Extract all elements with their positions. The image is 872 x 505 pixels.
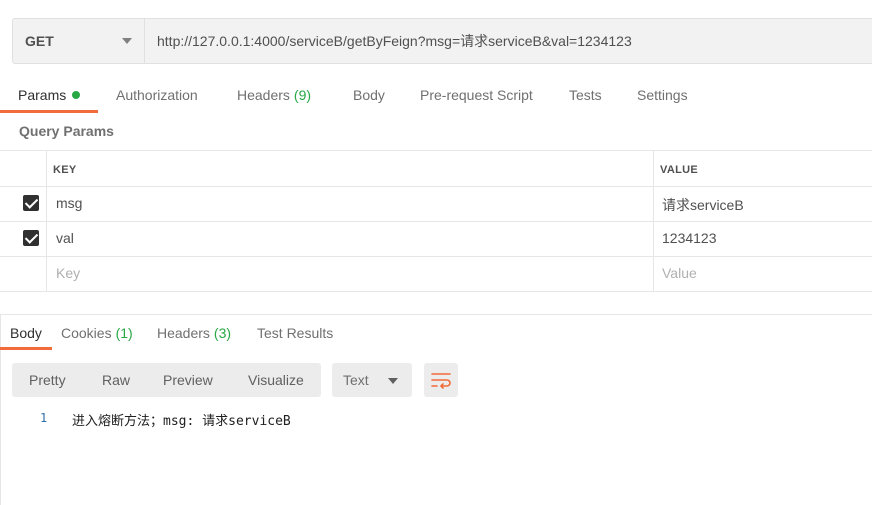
tab-pre-request-script[interactable]: Pre-request Script <box>420 78 533 112</box>
new-key-input[interactable]: Key <box>56 265 80 281</box>
response-tab-test-results[interactable]: Test Results <box>257 320 333 346</box>
response-tab-cookies[interactable]: Cookies (1) <box>61 320 133 346</box>
response-tab-cookies-count: (1) <box>115 325 133 341</box>
value-column-header: VALUE <box>660 164 698 176</box>
view-pretty-button[interactable]: Pretty <box>29 363 66 397</box>
view-raw-button[interactable]: Raw <box>102 363 130 397</box>
tab-headers-count: (9) <box>293 87 312 103</box>
tab-headers-label: Headers <box>237 87 290 103</box>
tab-tests-label: Tests <box>569 87 602 103</box>
response-tab-body-label: Body <box>10 325 42 341</box>
response-tab-headers-count: (3) <box>213 325 232 341</box>
row-checkbox[interactable] <box>23 230 39 246</box>
query-params-title: Query Params <box>19 123 114 139</box>
format-select[interactable]: Text <box>332 363 412 397</box>
tab-settings[interactable]: Settings <box>637 78 688 112</box>
param-key-cell[interactable]: val <box>56 230 74 246</box>
param-key-cell[interactable]: msg <box>56 195 82 211</box>
table-row-new: Key Value <box>0 256 872 292</box>
response-tab-cookies-label: Cookies <box>61 325 112 341</box>
response-body-text: 进入熔断方法；msg: 请求serviceB <box>72 414 291 429</box>
tab-authorization-label: Authorization <box>116 87 198 103</box>
table-header-row: KEY VALUE <box>0 151 872 187</box>
response-tab-body[interactable]: Body <box>10 320 42 346</box>
tab-params[interactable]: Params <box>18 78 81 112</box>
wrap-lines-button[interactable] <box>424 363 458 397</box>
response-divider <box>0 314 872 315</box>
tab-body[interactable]: Body <box>353 78 385 112</box>
tab-params-label: Params <box>18 87 67 103</box>
response-tab-headers-label: Headers <box>157 325 210 341</box>
tab-settings-label: Settings <box>637 87 688 103</box>
method-label: GET <box>25 33 54 49</box>
format-label: Text <box>343 372 369 388</box>
chevron-down-icon <box>388 378 398 384</box>
active-tab-indicator <box>0 110 98 113</box>
param-value-cell[interactable]: 请求serviceB <box>662 195 744 215</box>
request-tabs: Params Authorization Headers (9) Body Pr… <box>0 78 872 114</box>
new-value-input[interactable]: Value <box>662 265 697 281</box>
request-bar: GET http://127.0.0.1:4000/serviceB/getBy… <box>12 18 872 64</box>
chevron-down-icon <box>122 38 132 44</box>
tab-tests[interactable]: Tests <box>569 78 602 112</box>
table-row: msg 请求serviceB <box>0 186 872 222</box>
row-checkbox[interactable] <box>23 195 39 211</box>
table-row: val 1234123 <box>0 221 872 257</box>
response-left-edge <box>0 315 1 505</box>
param-value-cell[interactable]: 1234123 <box>662 230 717 246</box>
active-response-tab-indicator <box>0 347 52 350</box>
response-tab-test-results-label: Test Results <box>257 325 334 341</box>
method-select[interactable]: GET <box>13 19 145 63</box>
tab-pre-request-script-label: Pre-request Script <box>420 87 533 103</box>
view-preview-button[interactable]: Preview <box>163 363 213 397</box>
params-active-dot <box>72 91 81 99</box>
view-mode-switch: Pretty Raw Preview Visualize <box>12 363 321 397</box>
query-params-table: KEY VALUE msg 请求serviceB val 1234123 Key… <box>0 150 872 293</box>
line-number: 1 <box>40 411 48 425</box>
tab-headers[interactable]: Headers (9) <box>237 78 311 112</box>
view-visualize-button[interactable]: Visualize <box>248 363 304 397</box>
tab-body-label: Body <box>353 87 385 103</box>
tab-authorization[interactable]: Authorization <box>116 78 198 112</box>
wrap-lines-icon <box>431 373 451 389</box>
key-column-header: KEY <box>53 164 77 176</box>
url-input[interactable]: http://127.0.0.1:4000/serviceB/getByFeig… <box>157 19 632 63</box>
response-tab-headers[interactable]: Headers (3) <box>157 320 231 346</box>
